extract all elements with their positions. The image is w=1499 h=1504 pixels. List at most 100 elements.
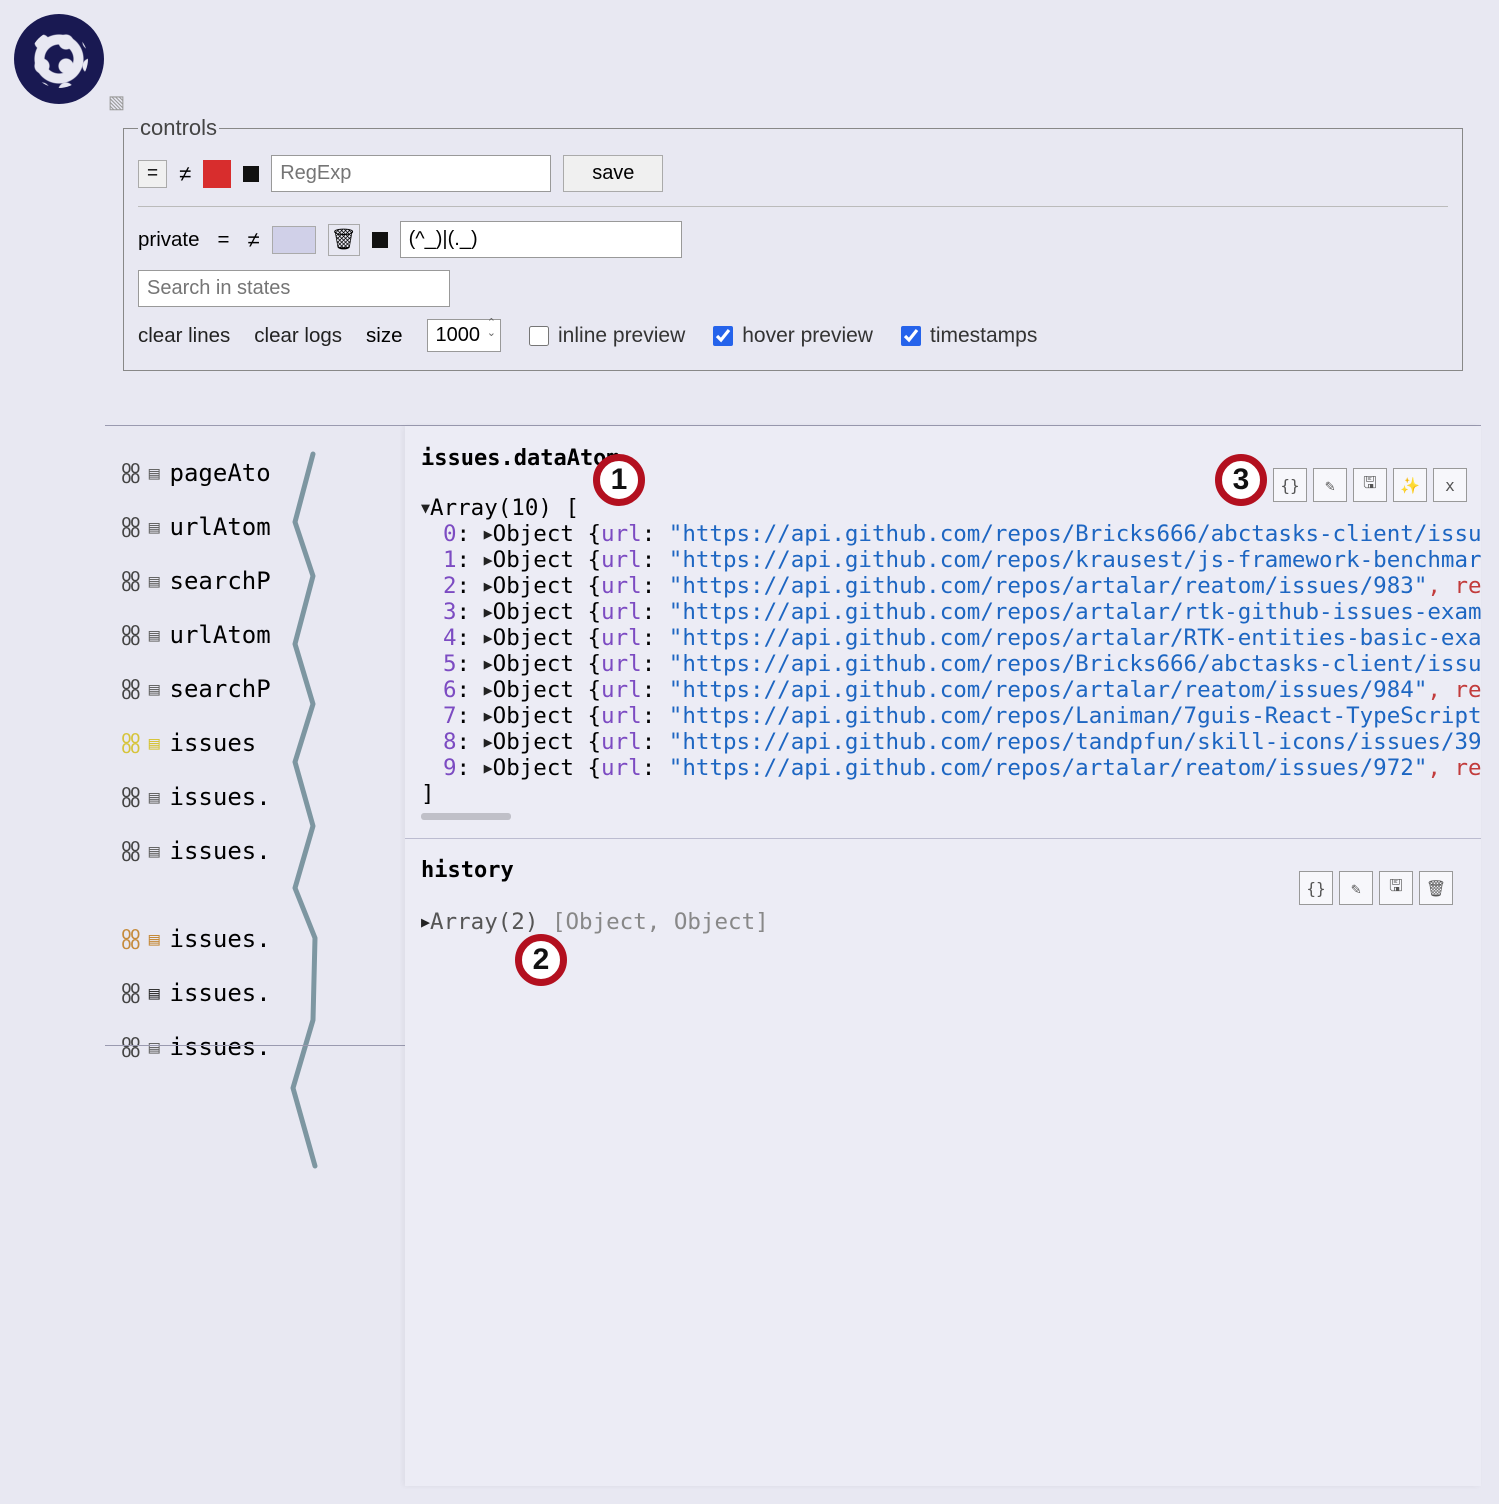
log-row-name: issues.	[170, 1033, 271, 1061]
expand-object-icon[interactable]: ▶	[484, 629, 493, 647]
history-array-label[interactable]: Array(2)	[430, 909, 538, 935]
log-row[interactable]: oooo▤issues.	[117, 770, 405, 824]
molecule-icon: oooo	[121, 1037, 139, 1057]
expand-object-icon[interactable]: ▶	[484, 603, 493, 621]
private-eq[interactable]: =	[212, 228, 236, 252]
expand-object-icon[interactable]: ▶	[484, 655, 493, 673]
page-icon: ▤	[149, 679, 160, 700]
molecule-icon: oooo	[121, 517, 139, 537]
timestamps-checkbox[interactable]	[901, 326, 921, 346]
history-trash-icon[interactable]: 🗑	[1419, 871, 1453, 905]
clear-lines-button[interactable]: clear lines	[138, 324, 230, 348]
inline-preview-label: inline preview	[558, 324, 685, 348]
array-item[interactable]: 8: ▶Object {url: "https://api.github.com…	[443, 729, 1467, 755]
log-row[interactable]: oooo ▤ issues	[117, 716, 405, 770]
save-button[interactable]: save	[563, 155, 663, 192]
history-edit-icon[interactable]: ✎	[1339, 871, 1373, 905]
array-item[interactable]: 3: ▶Object {url: "https://api.github.com…	[443, 599, 1467, 625]
color-swatch-red[interactable]	[203, 160, 231, 188]
horizontal-scrollbar[interactable]	[421, 813, 511, 820]
log-row[interactable]: oooo▤issues.	[117, 966, 405, 1020]
reatom-logo	[14, 14, 104, 104]
trash-icon[interactable]: 🗑	[328, 224, 360, 256]
size-label: size	[366, 324, 402, 348]
log-row-name: issues.	[170, 837, 271, 865]
log-row[interactable]: oooo ▤ issues.	[117, 824, 405, 878]
log-row[interactable]: oooo▤searchP	[117, 554, 405, 608]
expand-history-icon[interactable]: ▶	[421, 913, 430, 931]
expand-object-icon[interactable]: ▶	[484, 733, 493, 751]
history-copy-json-icon[interactable]: {}	[1299, 871, 1333, 905]
molecule-icon: oooo	[121, 625, 139, 645]
log-row[interactable]: oooo▤urlAtom	[117, 500, 405, 554]
clear-logs-button[interactable]: clear logs	[254, 324, 342, 348]
molecule-icon: oooo	[121, 571, 139, 591]
log-row-name: pageAto	[170, 459, 271, 487]
history-save-disk-icon[interactable]: 🖫	[1379, 871, 1413, 905]
color-swatch-black-2[interactable]	[372, 232, 388, 248]
page-icon: ▤	[149, 625, 160, 646]
expand-object-icon[interactable]: ▶	[484, 681, 493, 699]
log-row[interactable]: oooo ▤ pageAto	[117, 446, 405, 500]
private-neq[interactable]: ≠	[248, 227, 260, 253]
page-icon: ▤	[149, 733, 160, 754]
collapse-array-icon[interactable]: ▼	[421, 499, 430, 517]
magic-wand-icon[interactable]: ✨	[1393, 468, 1427, 502]
private-label: private	[138, 228, 200, 252]
page-icon: ▤	[149, 929, 160, 950]
page-icon: ▤	[149, 463, 160, 484]
private-regex-input[interactable]	[400, 221, 682, 258]
history-title: history	[421, 858, 514, 883]
expand-object-icon[interactable]: ▶	[484, 577, 493, 595]
array-label[interactable]: Array(10)	[430, 495, 552, 521]
controls-panel: controls = ≠ save private = ≠ 🗑 clear li…	[123, 115, 1463, 371]
log-row[interactable]: oooo▤issues.	[117, 912, 405, 966]
page-icon: ▤	[149, 787, 160, 808]
molecule-icon: oooo	[121, 463, 139, 483]
molecule-icon: oooo	[121, 733, 139, 753]
log-list[interactable]: oooo▤pageAtooooo▤urlAtomoooo▤searchPoooo…	[105, 426, 405, 1486]
expand-object-icon[interactable]: ▶	[484, 759, 493, 777]
log-row-name: issues.	[170, 979, 271, 1007]
log-row-name: issues	[170, 729, 257, 757]
color-swatch-black[interactable]	[243, 166, 259, 182]
controls-legend: controls	[138, 115, 219, 141]
expand-object-icon[interactable]: ▶	[484, 525, 493, 543]
expand-object-icon[interactable]: ▶	[484, 551, 493, 569]
log-row[interactable]: oooo▤issues.	[117, 1020, 405, 1074]
detail-pane: issues.dataAtom {} ✎ 🖫 ✨ x ▼Array(10) [ …	[405, 426, 1481, 1486]
array-item[interactable]: 9: ▶Object {url: "https://api.github.com…	[443, 755, 1467, 781]
copy-json-icon[interactable]: {}	[1273, 468, 1307, 502]
hover-preview-label: hover preview	[742, 324, 873, 348]
molecule-icon: oooo	[121, 841, 139, 861]
array-item[interactable]: 4: ▶Object {url: "https://api.github.com…	[443, 625, 1467, 651]
size-spinner[interactable]: 1000	[427, 319, 502, 352]
regexp-input[interactable]	[271, 155, 551, 192]
log-row-name: searchP	[170, 675, 271, 703]
array-item[interactable]: 6: ▶Object {url: "https://api.github.com…	[443, 677, 1467, 703]
page-icon: ▤	[149, 841, 160, 862]
log-row-name: searchP	[170, 567, 271, 595]
inline-preview-checkbox[interactable]	[529, 326, 549, 346]
tab-icon-layers[interactable]: ▧	[108, 90, 125, 114]
search-states-input[interactable]	[138, 270, 450, 307]
array-item[interactable]: 7: ▶Object {url: "https://api.github.com…	[443, 703, 1467, 729]
timestamps-label: timestamps	[930, 324, 1037, 348]
filter-eq-button[interactable]: =	[138, 160, 167, 188]
array-item[interactable]: 5: ▶Object {url: "https://api.github.com…	[443, 651, 1467, 677]
array-item[interactable]: 0: ▶Object {url: "https://api.github.com…	[443, 521, 1467, 547]
edit-icon[interactable]: ✎	[1313, 468, 1347, 502]
annotation-badge-3: 3	[1215, 454, 1267, 506]
log-row[interactable]: oooo▤searchP	[117, 662, 405, 716]
save-disk-icon[interactable]: 🖫	[1353, 468, 1387, 502]
color-swatch-lavender[interactable]	[272, 226, 316, 254]
array-item[interactable]: 1: ▶Object {url: "https://api.github.com…	[443, 547, 1467, 573]
array-item[interactable]: 2: ▶Object {url: "https://api.github.com…	[443, 573, 1467, 599]
filter-neq-button[interactable]: ≠	[179, 161, 191, 187]
expand-object-icon[interactable]: ▶	[484, 707, 493, 725]
hover-preview-checkbox[interactable]	[713, 326, 733, 346]
log-row[interactable]: oooo▤urlAtom	[117, 608, 405, 662]
close-icon[interactable]: x	[1433, 468, 1467, 502]
molecule-icon: oooo	[121, 983, 139, 1003]
annotation-badge-1: 1	[593, 454, 645, 506]
